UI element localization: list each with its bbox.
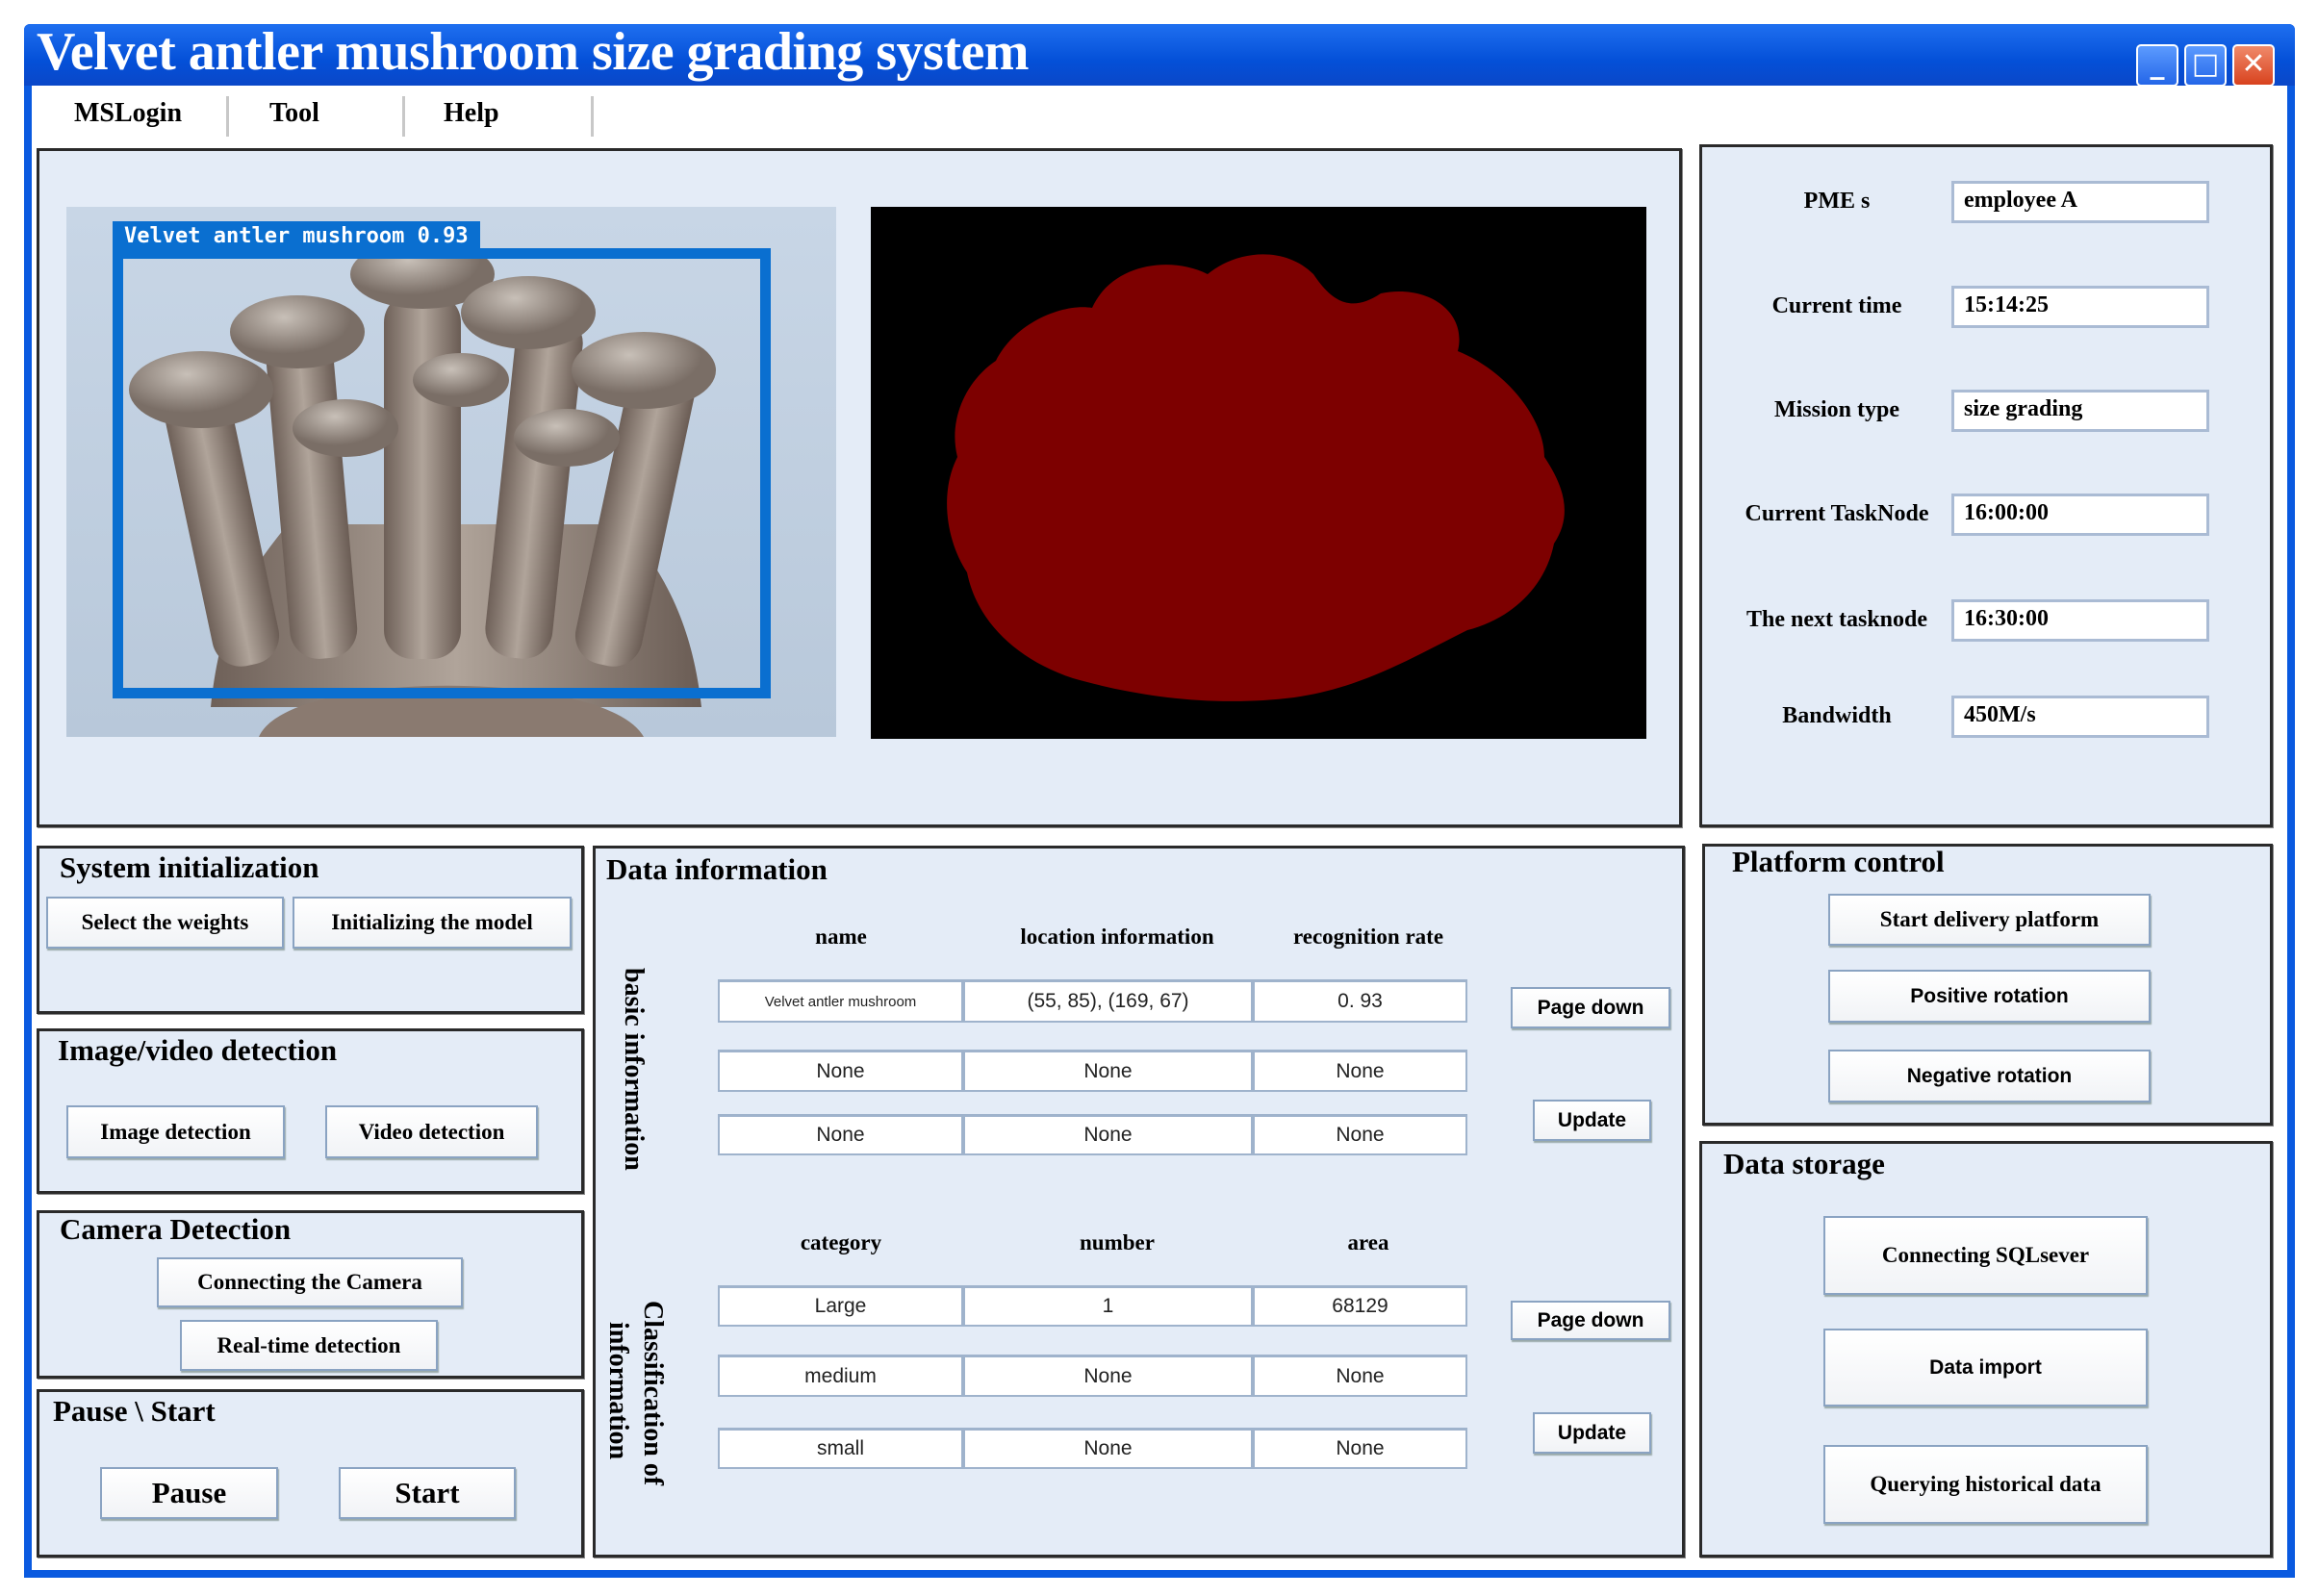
table-cell: medium	[718, 1355, 963, 1397]
column-header: category	[800, 1230, 882, 1254]
table-cell: small	[718, 1428, 963, 1469]
table-cell: None	[963, 1114, 1253, 1155]
minimize-button[interactable]: _	[2136, 44, 2178, 87]
menu-bar	[32, 86, 2287, 143]
group-title: System initialization	[60, 850, 319, 884]
close-button[interactable]: ✕	[2232, 44, 2275, 87]
realtime-detection-button[interactable]: Real-time detection	[180, 1320, 438, 1371]
table-cell: 0. 93	[1253, 979, 1467, 1023]
pause-button[interactable]: Pause	[100, 1467, 278, 1519]
select-weights-button[interactable]: Select the weights	[46, 897, 284, 949]
connect-sqlserver-button[interactable]: Connecting SQLsever	[1823, 1216, 2148, 1295]
table-cell: Large	[718, 1285, 963, 1327]
table-cell: None	[718, 1114, 963, 1155]
table-cell: Velvet antler mushroom	[718, 979, 963, 1023]
menu-separator	[591, 96, 594, 137]
status-label: Current TaskNode	[1745, 501, 1929, 526]
image-detection-button[interactable]: Image detection	[66, 1105, 285, 1158]
basic-update-button[interactable]: Update	[1533, 1100, 1651, 1141]
column-header: number	[1080, 1230, 1155, 1254]
table-cell: 68129	[1253, 1285, 1467, 1327]
column-header: name	[815, 925, 867, 949]
table-cell: None	[963, 1355, 1253, 1397]
group-title: Pause \ Start	[53, 1394, 216, 1428]
window-title: Velvet antler mushroom size grading syst…	[37, 22, 1030, 82]
menu-separator	[226, 96, 229, 137]
status-label: PME s	[1803, 189, 1871, 214]
group-title: Data storage	[1723, 1147, 1885, 1180]
table-cell: None	[1253, 1355, 1467, 1397]
status-label: Bandwidth	[1782, 703, 1892, 728]
group-title: Data information	[606, 852, 828, 886]
status-field[interactable]: employee A	[1951, 181, 2209, 223]
connect-camera-button[interactable]: Connecting the Camera	[157, 1257, 463, 1307]
status-field[interactable]: 15:14:25	[1951, 286, 2209, 328]
classification-label-line1: Classification of	[638, 1301, 668, 1486]
detection-label: Velvet antler mushroom 0.93	[113, 221, 480, 252]
basic-page-down-button[interactable]: Page down	[1511, 987, 1670, 1028]
table-cell: 1	[963, 1285, 1253, 1327]
negative-rotation-button[interactable]: Negative rotation	[1828, 1050, 2151, 1102]
status-field[interactable]: 450M/s	[1951, 696, 2209, 738]
column-header: recognition rate	[1292, 925, 1444, 949]
status-field[interactable]: 16:00:00	[1951, 494, 2209, 536]
group-title: Platform control	[1732, 845, 1945, 878]
menu-mslogin[interactable]: MSLogin	[74, 98, 182, 129]
group-title: Image/video detection	[58, 1033, 338, 1067]
column-header: area	[1347, 1230, 1389, 1254]
classification-page-down-button[interactable]: Page down	[1511, 1301, 1670, 1340]
classification-update-button[interactable]: Update	[1533, 1412, 1651, 1454]
table-cell: None	[1253, 1114, 1467, 1155]
menu-separator	[402, 96, 405, 137]
group-title: Camera Detection	[60, 1212, 292, 1246]
mask-blob	[947, 254, 1565, 701]
positive-rotation-button[interactable]: Positive rotation	[1828, 970, 2151, 1023]
start-button[interactable]: Start	[339, 1467, 516, 1519]
table-cell: (55, 85), (169, 67)	[963, 979, 1253, 1023]
classification-label-line2: information	[603, 1322, 633, 1460]
initialize-model-button[interactable]: Initializing the model	[293, 897, 572, 949]
video-detection-button[interactable]: Video detection	[325, 1105, 538, 1158]
menu-tool[interactable]: Tool	[269, 98, 319, 129]
table-cell: None	[1253, 1050, 1467, 1092]
start-delivery-platform-button[interactable]: Start delivery platform	[1828, 894, 2151, 946]
status-field[interactable]: 16:30:00	[1951, 599, 2209, 642]
table-cell: None	[963, 1428, 1253, 1469]
table-cell: None	[1253, 1428, 1467, 1469]
query-historical-data-button[interactable]: Querying historical data	[1823, 1445, 2148, 1524]
maximize-button[interactable]: □	[2184, 44, 2227, 87]
column-header: location information	[1020, 925, 1214, 949]
status-label: Current time	[1771, 293, 1902, 318]
table-cell: None	[963, 1050, 1253, 1092]
status-label: Mission type	[1773, 397, 1899, 422]
menu-help[interactable]: Help	[444, 98, 499, 129]
data-import-button[interactable]: Data import	[1823, 1329, 2148, 1406]
status-field[interactable]: size grading	[1951, 390, 2209, 432]
table-cell: None	[718, 1050, 963, 1092]
segmentation-mask-image	[871, 207, 1646, 739]
status-label: The next tasknode	[1745, 607, 1928, 632]
detection-bounding-box	[113, 248, 771, 698]
basic-information-label: basic information	[619, 968, 649, 1171]
